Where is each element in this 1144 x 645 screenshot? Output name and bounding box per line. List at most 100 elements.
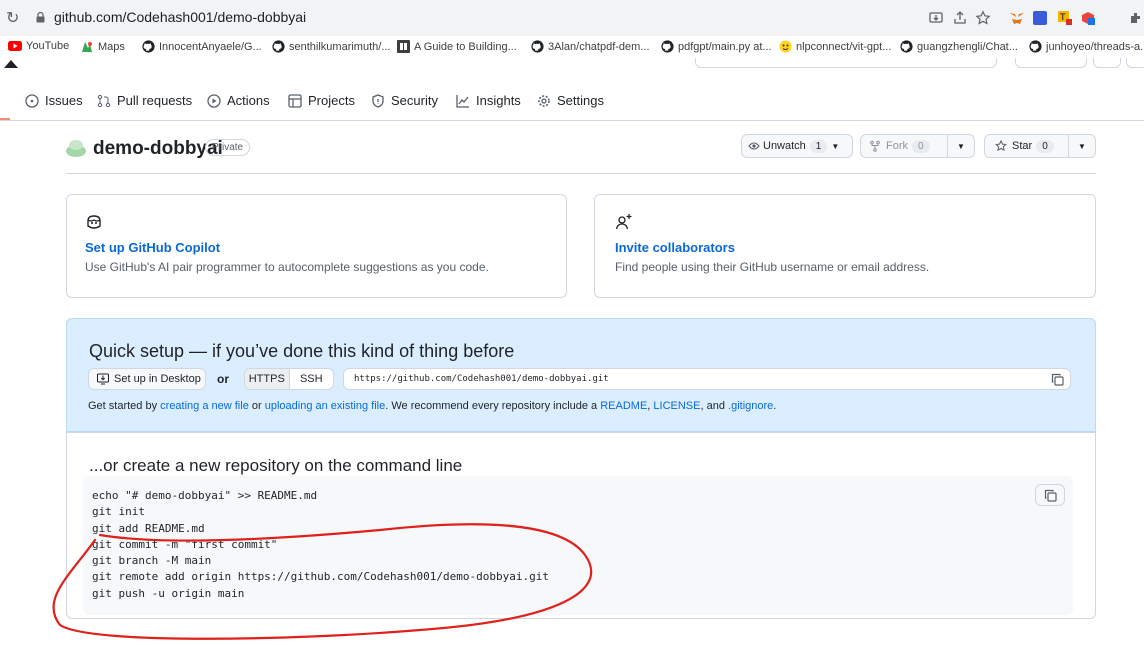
tab-projects[interactable]: Projects	[288, 93, 355, 108]
upload-existing-file-link[interactable]: uploading an existing file	[265, 400, 385, 412]
copy-icon	[1044, 489, 1057, 502]
tab-label: Pull requests	[117, 93, 193, 108]
bookmark-pdfgpt[interactable]: pdfgpt/main.py at...	[661, 40, 772, 53]
star-icon	[995, 140, 1007, 152]
code-line: git init	[92, 505, 145, 519]
svg-text:T: T	[1059, 13, 1066, 23]
star-button[interactable]: Star 0 ▼	[984, 134, 1096, 158]
bookmark-label: pdfgpt/main.py at...	[678, 40, 772, 53]
desktop-download-icon	[97, 373, 109, 385]
extensions-puzzle-icon[interactable]	[1128, 10, 1144, 26]
metamask-icon[interactable]	[1009, 10, 1025, 26]
fork-count: 0	[912, 139, 930, 153]
copilot-card-title[interactable]: Set up GitHub Copilot	[85, 240, 220, 255]
visibility-badge: Private	[205, 139, 251, 156]
code-line: git add README.md	[92, 521, 205, 535]
bookmark-label: YouTube	[26, 40, 70, 52]
ssh-toggle[interactable]: SSH	[290, 369, 334, 389]
bookmark-guangzhengli[interactable]: guangzhengli/Chat...	[900, 40, 1018, 53]
bookmark-maps[interactable]: Maps	[80, 40, 125, 54]
code-line: git push -u origin main	[92, 586, 245, 600]
bookmark-junhoyeo[interactable]: junhoyeo/threads-a...	[1029, 40, 1144, 53]
command-lines[interactable]: echo "# demo-dobbyai" >> README.md git in…	[92, 488, 549, 602]
readme-link[interactable]: README	[600, 400, 647, 412]
gitignore-link[interactable]: .gitignore	[728, 400, 773, 412]
play-icon	[207, 93, 221, 108]
bookmark-label: junhoyeo/threads-a...	[1046, 40, 1144, 53]
url-text[interactable]: github.com/Codehash001/demo-dobbyai	[54, 9, 306, 25]
text-segment: , and	[700, 400, 729, 412]
bookmark-label: guangzhengli/Chat...	[917, 40, 1018, 53]
github-icon	[272, 40, 285, 53]
graph-icon	[456, 94, 469, 108]
maps-icon	[82, 42, 92, 52]
code-line: git branch -M main	[92, 554, 212, 568]
extension-cube-icon[interactable]	[1080, 10, 1096, 26]
tab-label: Projects	[308, 93, 355, 108]
tab-insights[interactable]: Insights	[456, 93, 521, 108]
bookmark-chatpdf[interactable]: 3Alan/chatpdf-dem...	[531, 40, 650, 53]
tab-label: Issues	[45, 93, 83, 108]
license-link[interactable]: LICENSE	[653, 400, 700, 412]
github-icon	[142, 40, 155, 53]
tab-label: Actions	[227, 93, 270, 108]
fork-button[interactable]: Fork 0 ▼	[860, 134, 975, 158]
clone-url-input[interactable]: https://github.com/Codehash001/demo-dobb…	[343, 368, 1071, 390]
active-tab-underline	[0, 118, 10, 120]
bookmark-label: A Guide to Building...	[414, 40, 517, 53]
tab-settings[interactable]: Settings	[537, 93, 604, 108]
tab-pull-requests[interactable]: Pull requests	[97, 93, 192, 108]
lock-icon[interactable]	[36, 12, 45, 23]
text-segment: . We recommend every repository include …	[385, 400, 601, 412]
copy-url-button[interactable]	[1043, 368, 1071, 390]
invite-card-description: Find people using their GitHub username …	[615, 260, 930, 274]
header-button-clipped[interactable]	[1015, 58, 1087, 68]
tab-security[interactable]: Security	[371, 93, 438, 108]
tab-issues[interactable]: Issues	[25, 93, 83, 108]
copilot-card[interactable]: Set up GitHub Copilot Use GitHub's AI pa…	[66, 194, 567, 298]
header-icon-button-clipped[interactable]	[1126, 58, 1144, 68]
star-bookmark-icon[interactable]	[975, 10, 991, 26]
fork-dropdown-chevron-icon[interactable]: ▼	[947, 135, 974, 157]
bookmark-label: senthilkumarimuth/...	[289, 40, 391, 53]
invite-card-title[interactable]: Invite collaborators	[615, 240, 735, 255]
bookmark-youtube[interactable]: YouTube	[8, 40, 69, 52]
tab-label: Settings	[557, 93, 604, 108]
reload-icon[interactable]: ↻	[6, 8, 19, 28]
github-icon	[531, 40, 544, 53]
watch-count: 1	[809, 139, 828, 153]
pull-request-icon	[97, 94, 111, 107]
copilot-card-description: Use GitHub's AI pair programmer to autoc…	[85, 260, 489, 274]
github-icon	[900, 40, 913, 53]
setup-desktop-button[interactable]: Set up in Desktop	[88, 368, 206, 390]
bookmark-nlpconnect[interactable]: nlpconnect/vit-gpt...	[779, 40, 891, 53]
eye-icon	[748, 142, 760, 150]
repo-name[interactable]: demo-dobbyai	[93, 138, 223, 160]
search-input-clipped[interactable]	[695, 58, 997, 68]
install-app-icon[interactable]	[928, 10, 944, 26]
github-header-clipped	[0, 58, 1144, 72]
table-icon	[288, 93, 302, 108]
unwatch-button[interactable]: Unwatch 1 ▼	[741, 134, 853, 158]
github-icon	[1029, 40, 1042, 53]
chevron-down-icon[interactable]: ▼	[831, 142, 839, 151]
bookmark-innocent[interactable]: InnocentAnyaele/G...	[142, 40, 262, 53]
tab-label: Security	[391, 93, 438, 108]
copy-commands-button[interactable]	[1035, 484, 1065, 506]
create-new-file-link[interactable]: creating a new file	[160, 400, 249, 412]
fork-label: Fork	[886, 140, 908, 152]
https-toggle[interactable]: HTTPS	[245, 369, 290, 389]
or-label: or	[217, 372, 229, 386]
bookmark-label: Maps	[98, 41, 125, 53]
extension-t-icon[interactable]: T	[1057, 10, 1073, 26]
extension-blue-icon[interactable]	[1032, 10, 1048, 26]
share-icon[interactable]	[952, 10, 968, 26]
text-segment: or	[248, 400, 265, 412]
tab-actions[interactable]: Actions	[207, 93, 270, 108]
invite-collaborators-card[interactable]: Invite collaborators Find people using t…	[594, 194, 1096, 298]
unwatch-label: Unwatch	[763, 140, 806, 152]
bookmark-guide[interactable]: A Guide to Building...	[397, 40, 517, 53]
header-icon-button-clipped[interactable]	[1093, 58, 1121, 68]
bookmark-senthil[interactable]: senthilkumarimuth/...	[272, 40, 390, 53]
star-dropdown-chevron-icon[interactable]: ▼	[1068, 135, 1095, 157]
